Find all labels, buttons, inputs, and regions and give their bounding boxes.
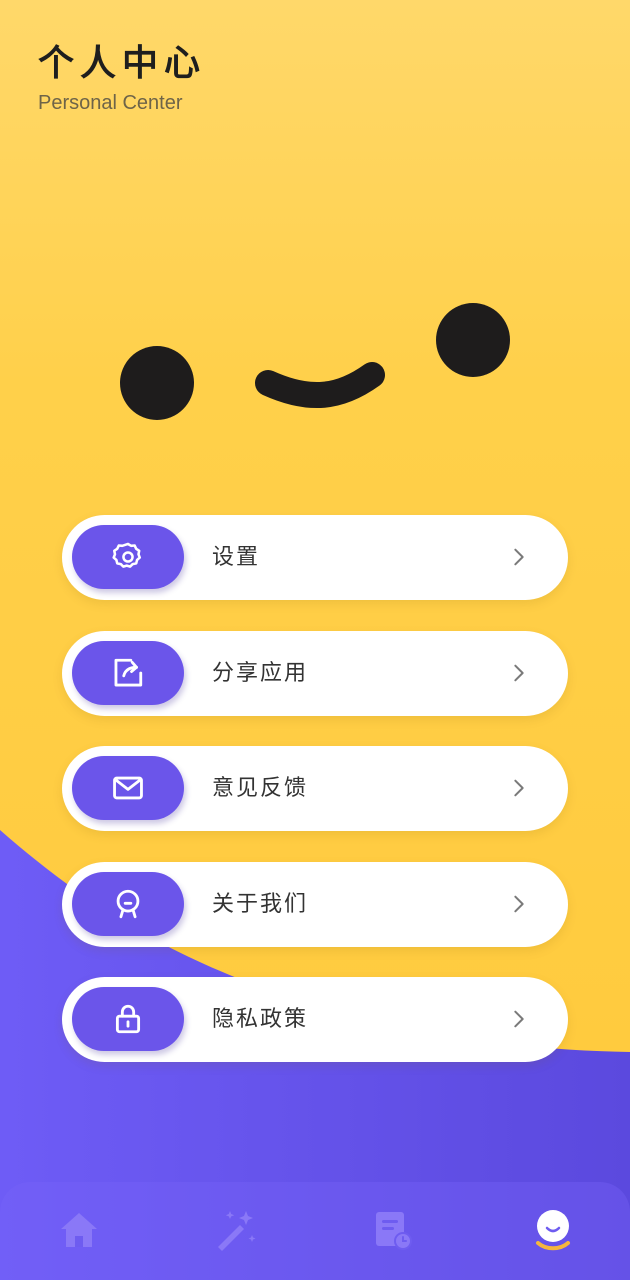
lock-icon bbox=[115, 1004, 141, 1034]
smiley-face-illustration bbox=[120, 303, 510, 420]
magic-wand-icon bbox=[218, 1211, 256, 1251]
home-icon bbox=[61, 1213, 97, 1247]
smile-face-icon bbox=[536, 1210, 570, 1251]
menu-item-settings[interactable]: 设置 bbox=[62, 515, 568, 600]
right-eye bbox=[436, 303, 510, 377]
about-icon bbox=[116, 889, 140, 918]
tab-home[interactable] bbox=[54, 1205, 104, 1255]
menu-item-share-app[interactable]: 分享应用 bbox=[62, 630, 568, 716]
chevron-right-icon bbox=[514, 664, 524, 681]
mail-icon bbox=[113, 776, 143, 800]
menu-item-label: 隐私政策 bbox=[212, 1007, 309, 1032]
menu-icon-pill bbox=[72, 987, 184, 1051]
chevron-right-icon bbox=[514, 779, 524, 797]
chevron-right-icon bbox=[514, 1010, 524, 1028]
left-eye bbox=[120, 346, 194, 420]
menu-icon-pill bbox=[72, 871, 184, 936]
menu-item-about-us[interactable]: 关于我们 bbox=[62, 861, 568, 947]
menu-item-label: 设置 bbox=[212, 545, 261, 570]
document-clock-icon bbox=[376, 1212, 412, 1250]
chevron-right-icon bbox=[514, 895, 524, 912]
menu-item-label: 意见反馈 bbox=[212, 776, 309, 801]
tab-profile[interactable] bbox=[528, 1205, 578, 1255]
tab-records[interactable] bbox=[368, 1205, 418, 1255]
menu-icon-pill bbox=[72, 525, 184, 589]
menu-item-label: 分享应用 bbox=[212, 660, 309, 686]
tab-magic[interactable] bbox=[210, 1205, 260, 1255]
menu-icon-pill bbox=[72, 756, 184, 820]
chevron-right-icon bbox=[514, 548, 524, 566]
menu-item-label: 关于我们 bbox=[212, 891, 309, 917]
gear-icon bbox=[112, 542, 142, 568]
personal-center-screen: 个人中心 Personal Center 设置 分享应用 意见反馈 关于我们 隐… bbox=[0, 0, 630, 1280]
menu-icon-pill bbox=[72, 640, 184, 705]
menu-item-feedback[interactable]: 意见反馈 bbox=[62, 746, 568, 831]
smile-mouth bbox=[255, 362, 385, 409]
menu-list: 设置 分享应用 意见反馈 关于我们 隐私政策 bbox=[62, 515, 568, 1093]
menu-item-privacy-policy[interactable]: 隐私政策 bbox=[62, 977, 568, 1062]
share-icon bbox=[114, 658, 143, 686]
